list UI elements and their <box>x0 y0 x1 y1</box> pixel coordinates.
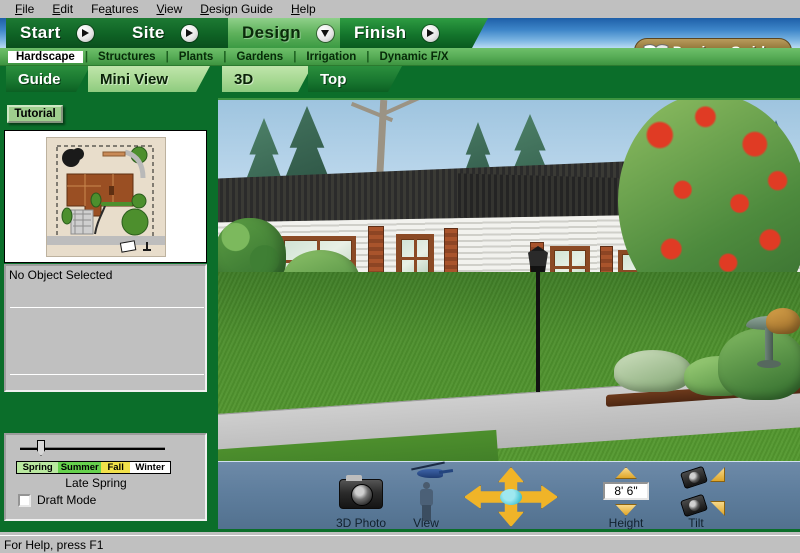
subnav-separator: | <box>366 50 370 63</box>
selection-status-label: No Object Selected <box>9 268 113 282</box>
sub-nav-bar: Hardscape | Structures | Plants | Garden… <box>0 48 800 66</box>
season-slider-thumb[interactable] <box>37 440 45 456</box>
pan-left-arrow-icon[interactable] <box>464 485 504 509</box>
season-segment-fall[interactable]: Fall <box>101 462 131 473</box>
application-window: FFileile Edit Features View Design Guide… <box>0 0 800 553</box>
lamp-post <box>528 246 548 396</box>
status-bar-text: For Help, press F1 <box>4 537 104 552</box>
panel-divider <box>10 374 204 375</box>
camera-control-bar: 3D Photo View 8' 6" Height Tilt <box>218 461 800 532</box>
viewport-3d[interactable] <box>218 98 800 461</box>
menu-item-view[interactable]: View <box>147 1 191 17</box>
draft-mode-label: Draft Mode <box>37 493 97 507</box>
tilt-control[interactable]: Tilt <box>650 465 742 530</box>
draft-mode-checkbox[interactable] <box>18 493 31 507</box>
status-bar: For Help, press F1 <box>0 535 800 553</box>
ornamental-grass <box>766 308 800 334</box>
play-arrow-icon <box>181 25 198 42</box>
pan-arrow-pad[interactable] <box>464 467 560 527</box>
left-panel: Tutorial No Object Selected Spring Summe… <box>0 92 214 532</box>
menu-item-design-guide[interactable]: Design Guide <box>191 1 282 17</box>
tab-3d[interactable]: 3D <box>222 66 312 92</box>
phase-tab-finish[interactable]: Finish <box>340 18 488 48</box>
subnav-item-gardens[interactable]: Gardens <box>229 51 292 63</box>
height-value-field[interactable]: 8' 6" <box>603 482 649 500</box>
play-arrow-icon <box>422 25 439 42</box>
season-caption: Late Spring <box>65 476 127 490</box>
tab-top[interactable]: Top <box>308 66 402 92</box>
bird-bath-stem <box>765 328 773 362</box>
menu-item-file[interactable]: FFileile <box>6 1 43 17</box>
subnav-item-structures[interactable]: Structures <box>90 51 164 63</box>
season-panel: Spring Summer Fall Winter Late Spring Dr… <box>4 433 207 521</box>
menu-item-help[interactable]: Help <box>282 1 325 17</box>
draft-mode-row[interactable]: Draft Mode <box>18 493 96 507</box>
subnav-separator: | <box>165 50 169 63</box>
bird-bath-base <box>757 360 781 368</box>
phase-tab-design-label: Design <box>242 23 302 42</box>
helicopter-tail <box>438 469 454 474</box>
design-guide-button[interactable]: Design Guide <box>633 38 792 48</box>
subnav-item-plants[interactable]: Plants <box>171 51 222 63</box>
subnav-separator: | <box>293 50 297 63</box>
menu-item-edit[interactable]: Edit <box>43 1 82 17</box>
pan-right-arrow-icon[interactable] <box>518 485 558 509</box>
subnav-separator: | <box>223 50 227 63</box>
season-segment-spring[interactable]: Spring <box>17 462 59 473</box>
ornamental-shrub <box>614 350 692 392</box>
height-decrease-button[interactable] <box>615 504 637 516</box>
season-segment-winter[interactable]: Winter <box>130 462 170 473</box>
subnav-item-hardscape[interactable]: Hardscape <box>8 50 83 63</box>
view-mode-label: View <box>413 516 439 530</box>
season-segment-summer[interactable]: Summer <box>58 462 102 473</box>
phase-tab-site-label: Site <box>132 23 165 42</box>
tab-mini-view-label: Mini View <box>100 70 169 88</box>
site-plan-drawing <box>47 138 165 256</box>
tab-3d-label: 3D <box>234 70 254 88</box>
tab-top-label: Top <box>320 70 347 88</box>
object-properties-panel[interactable]: No Object Selected <box>4 264 207 392</box>
tilt-down-arrow-icon[interactable] <box>710 501 725 516</box>
tilt-up-arrow-icon[interactable] <box>710 467 725 482</box>
menu-item-features[interactable]: Features <box>82 1 147 17</box>
helicopter-icon <box>411 461 455 481</box>
menu-bar: FFileile Edit Features View Design Guide… <box>0 0 800 18</box>
phase-tab-finish-label: Finish <box>354 23 407 42</box>
camera-tilt-up-icon[interactable] <box>679 465 709 490</box>
person-head <box>423 482 430 489</box>
season-legend-bar[interactable]: Spring Summer Fall Winter <box>16 461 171 474</box>
tab-mini-view[interactable]: Mini View <box>88 66 210 92</box>
tutorial-button-label: Tutorial <box>14 108 56 120</box>
camera-icon <box>339 475 383 509</box>
height-increase-button[interactable] <box>615 467 637 479</box>
tutorial-button[interactable]: Tutorial <box>7 105 63 123</box>
tilt-label: Tilt <box>688 516 704 530</box>
subnav-separator: | <box>84 50 89 63</box>
tab-guide-label: Guide <box>18 70 61 88</box>
site-plan-thumbnail[interactable] <box>46 137 166 257</box>
tab-guide[interactable]: Guide <box>6 66 90 92</box>
subnav-item-irrigation[interactable]: Irrigation <box>298 51 364 63</box>
view-mode-button[interactable]: View <box>383 461 469 530</box>
mini-view-panel[interactable] <box>4 130 207 263</box>
panel-divider <box>10 307 204 308</box>
lamp-pole <box>536 268 540 392</box>
phase-tab-start-label: Start <box>20 23 61 42</box>
pan-center-hub-icon[interactable] <box>500 489 522 505</box>
play-arrow-icon <box>77 25 94 42</box>
subnav-item-dynamic-fx[interactable]: Dynamic F/X <box>371 51 456 63</box>
person-body <box>420 489 433 506</box>
phase-tab-bar: Start Site Design Finish Design Guide <box>0 18 800 48</box>
chevron-down-icon <box>317 25 334 42</box>
camera-tilt-down-icon[interactable] <box>679 493 709 518</box>
view-tab-bar: Guide Mini View 3D Top <box>0 66 800 92</box>
